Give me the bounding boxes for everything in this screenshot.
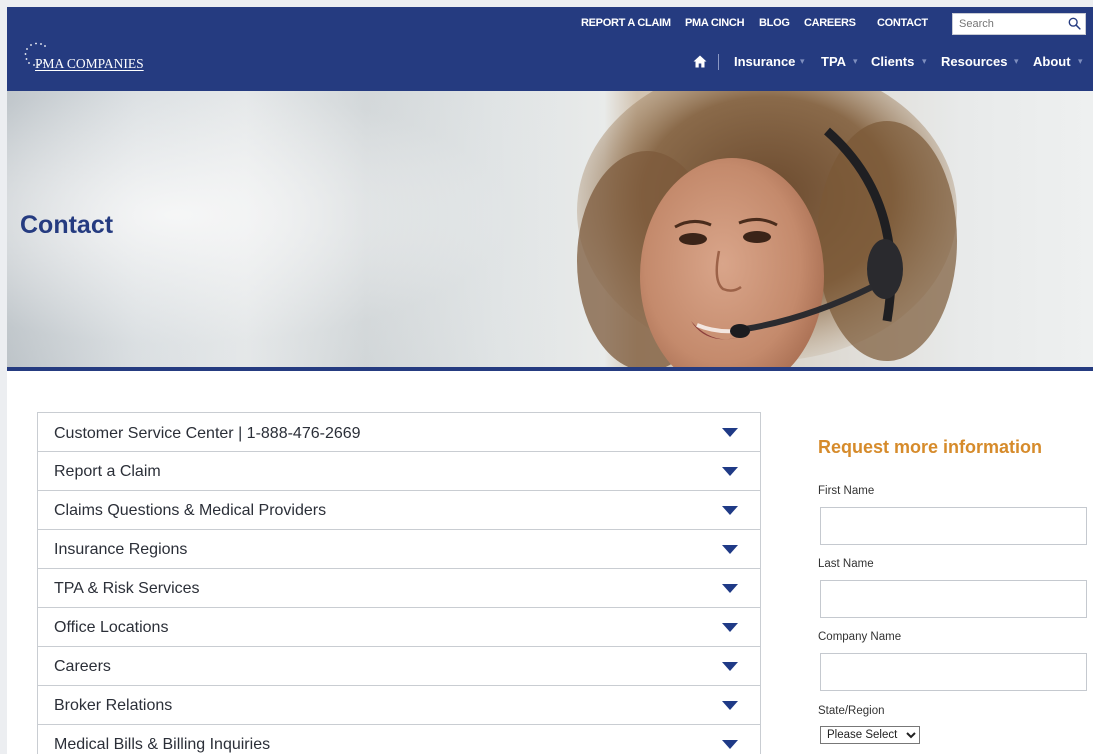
logo-link[interactable]: PMA COMPANIES — [35, 56, 144, 72]
page: PMA COMPANIES REPORT A CLAIM PMA CINCH B… — [7, 7, 1093, 754]
accordion-item-office-locations[interactable]: Office Locations — [37, 608, 761, 647]
accordion-item-careers[interactable]: Careers — [37, 647, 761, 686]
chevron-down-icon: ▾ — [800, 56, 805, 66]
hero-banner: Contact — [7, 91, 1093, 367]
accordion-item-tpa-risk[interactable]: TPA & Risk Services — [37, 569, 761, 608]
top-link-report-claim[interactable]: REPORT A CLAIM — [581, 17, 671, 29]
caret-down-icon[interactable] — [722, 662, 738, 671]
first-name-field[interactable] — [820, 507, 1087, 545]
company-name-label: Company Name — [818, 631, 902, 643]
state-region-label: State/Region — [818, 705, 885, 717]
hero-divider — [7, 367, 1093, 371]
nav-separator — [718, 54, 719, 70]
home-icon[interactable] — [693, 55, 707, 68]
caret-down-icon[interactable] — [722, 467, 738, 476]
nav-tpa[interactable]: TPA — [821, 54, 846, 69]
first-name-label: First Name — [818, 485, 875, 497]
accordion-item-medical-bills[interactable]: Medical Bills & Billing Inquiries — [37, 725, 761, 754]
chevron-down-icon: ▾ — [1078, 56, 1083, 66]
accordion-label: TPA & Risk Services — [54, 580, 200, 597]
contact-accordion: Customer Service Center | 1-888-476-2669… — [37, 412, 761, 754]
accordion-item-customer-service[interactable]: Customer Service Center | 1-888-476-2669 — [37, 412, 761, 452]
accordion-label: Broker Relations — [54, 697, 173, 714]
caret-down-icon[interactable] — [722, 545, 738, 554]
accordion-label: Office Locations — [54, 619, 169, 636]
caret-down-icon[interactable] — [722, 701, 738, 710]
nav-about[interactable]: About — [1033, 54, 1071, 69]
hero-photo-agent-with-headset — [577, 91, 957, 367]
last-name-label: Last Name — [818, 558, 874, 570]
search-input[interactable] — [953, 14, 1065, 34]
accordion-label: Careers — [54, 658, 111, 675]
accordion-label: Claims Questions & Medical Providers — [54, 502, 327, 519]
search-box[interactable] — [952, 13, 1086, 35]
caret-down-icon[interactable] — [722, 428, 738, 437]
page-title: Contact — [20, 211, 114, 239]
accordion-item-report-claim[interactable]: Report a Claim — [37, 452, 761, 491]
accordion-label: Insurance Regions — [54, 541, 188, 558]
chevron-down-icon: ▾ — [853, 56, 858, 66]
top-link-careers[interactable]: CAREERS — [804, 17, 856, 29]
caret-down-icon[interactable] — [722, 584, 738, 593]
top-link-contact[interactable]: CONTACT — [877, 17, 928, 29]
accordion-item-claims-questions[interactable]: Claims Questions & Medical Providers — [37, 491, 761, 530]
chevron-down-icon: ▾ — [922, 56, 927, 66]
form-title: Request more information — [818, 437, 1043, 457]
nav-insurance[interactable]: Insurance — [734, 54, 795, 69]
accordion-label: Customer Service Center | 1-888-476-2669 — [54, 425, 361, 442]
state-region-select[interactable]: Please Select — [820, 726, 920, 744]
top-link-blog[interactable]: BLOG — [759, 17, 790, 29]
top-link-pma-cinch[interactable]: PMA CINCH — [685, 17, 745, 29]
nav-clients[interactable]: Clients — [871, 54, 914, 69]
caret-down-icon[interactable] — [722, 506, 738, 515]
search-icon[interactable] — [1068, 17, 1081, 30]
company-name-field[interactable] — [820, 653, 1087, 691]
caret-down-icon[interactable] — [722, 623, 738, 632]
accordion-label: Report a Claim — [54, 463, 161, 480]
caret-down-icon[interactable] — [722, 740, 738, 749]
accordion-item-insurance-regions[interactable]: Insurance Regions — [37, 530, 761, 569]
last-name-field[interactable] — [820, 580, 1087, 618]
site-header: PMA COMPANIES REPORT A CLAIM PMA CINCH B… — [7, 7, 1093, 91]
nav-resources[interactable]: Resources — [941, 54, 1007, 69]
chevron-down-icon: ▾ — [1014, 56, 1019, 66]
accordion-item-broker-relations[interactable]: Broker Relations — [37, 686, 761, 725]
accordion-label: Medical Bills & Billing Inquiries — [54, 736, 271, 753]
